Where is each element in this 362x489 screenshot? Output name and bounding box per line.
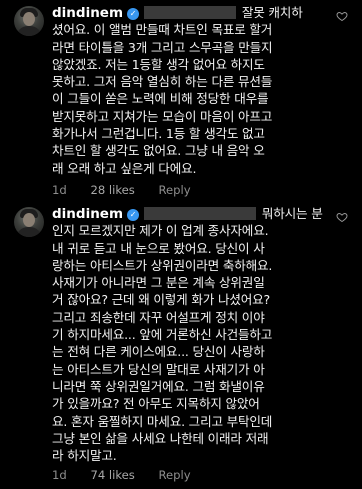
comment-text-line: 요. 혼자 움찔하지 마세요. 그리고 부탁인데 — [52, 413, 273, 429]
comment-text-line: 셨어요. 이 앨범 만들때 차트인 목표로 할거 — [52, 22, 273, 38]
verified-badge-icon: ✓ — [127, 209, 140, 221]
comment-text-line: 차트인 할 생각도 없어요. 그냥 내 음악 오 — [52, 143, 265, 159]
comment-text-line: 래 오래 하고 싶은게 다에요. — [52, 160, 197, 176]
reply-button[interactable]: Reply — [158, 468, 190, 482]
comment-text-line: 받지못하고 지쳐가는 모습이 마음이 아프고 — [52, 108, 273, 124]
comment-text-line: 화가나서 그런겁니다. 1등 할 생각도 없고 — [52, 126, 265, 142]
comment-text-line: 기 하지마세요... 앞에 거론하신 사건들하고 — [52, 327, 273, 343]
comment-text-line: 못하고. 그저 음악 열심히 하는 다른 뮤션들 — [52, 74, 273, 90]
comment-text-line: 그냥 본인 삶을 사세요 나한테 이래라 저래 — [52, 430, 269, 446]
comment-text-line: 이 그들이 쏟은 노력에 비해 정당한 대우를 — [52, 91, 269, 107]
comment-text-line: 않았겠죠. 저는 1등할 생각 없어요 하지도 — [52, 56, 265, 72]
comment-text-line: 는 아티스트가 당신의 말대로 사재기가 아 — [52, 361, 265, 377]
comment-text-line: 니라면 쭉 상위권일거에요. 그럼 화낼이유 — [52, 378, 265, 394]
like-count[interactable]: 28 likes — [90, 183, 134, 197]
comment-meta: 1d 74 likes Reply — [52, 468, 211, 482]
comment-text-line: 잘못 캐치하 — [241, 5, 303, 20]
comment-text-line: 라면 타이틀을 3개 그리고 스무곡을 만들지 — [52, 39, 273, 55]
comment-text-line: 는 전혀 다른 케이스에요... 당신이 사랑하 — [52, 344, 265, 360]
comment-body: dindinem ✓ 뭐하시는 분 인지 모르겠지만 제가 이 업계 종사자에요.… — [52, 205, 356, 464]
redacted-mention — [144, 6, 237, 19]
comment-text-line: 가 있을까요? 전 아무도 지목하지 않았어 — [52, 396, 260, 412]
username[interactable]: dindinem — [52, 5, 123, 21]
comment-time: 1d — [52, 183, 67, 197]
comment-text-line: 라 하지말고. — [52, 448, 117, 464]
comment-text-line: 그리고 죄송한데 자꾸 어설프게 정치 이야 — [52, 309, 265, 325]
comment-text-line: 사재기가 아니라면 그 분은 계속 상위권일 — [52, 275, 265, 291]
avatar[interactable] — [14, 207, 44, 237]
heart-icon[interactable] — [336, 211, 348, 223]
comment-text-line: 인지 모르겠지만 제가 이 업계 종사자에요. — [52, 223, 269, 239]
like-count[interactable]: 74 likes — [90, 468, 134, 482]
redacted-mention — [144, 207, 257, 220]
heart-icon[interactable] — [336, 10, 348, 22]
comment-meta: 1d 28 likes Reply — [52, 183, 211, 197]
verified-badge-icon: ✓ — [127, 8, 140, 20]
comment-text-line: 뭐하시는 분 — [261, 206, 323, 221]
comment-text-line: 랑하는 아티스트가 상위권이라면 축하해요. — [52, 257, 273, 273]
comment-time: 1d — [52, 468, 67, 482]
comment-text-line: 내 귀로 듣고 내 눈으로 봤어요. 당신이 사 — [52, 240, 265, 256]
comment-body: dindinem ✓ 잘못 캐치하 셨어요. 이 앨범 만들때 차트인 목표로 할… — [52, 4, 356, 177]
avatar[interactable] — [14, 6, 44, 36]
comment-text-line: 거 잖아요? 근데 왜 이렇게 화가 나셨어요? — [52, 292, 270, 308]
reply-button[interactable]: Reply — [158, 183, 190, 197]
username[interactable]: dindinem — [52, 206, 123, 222]
